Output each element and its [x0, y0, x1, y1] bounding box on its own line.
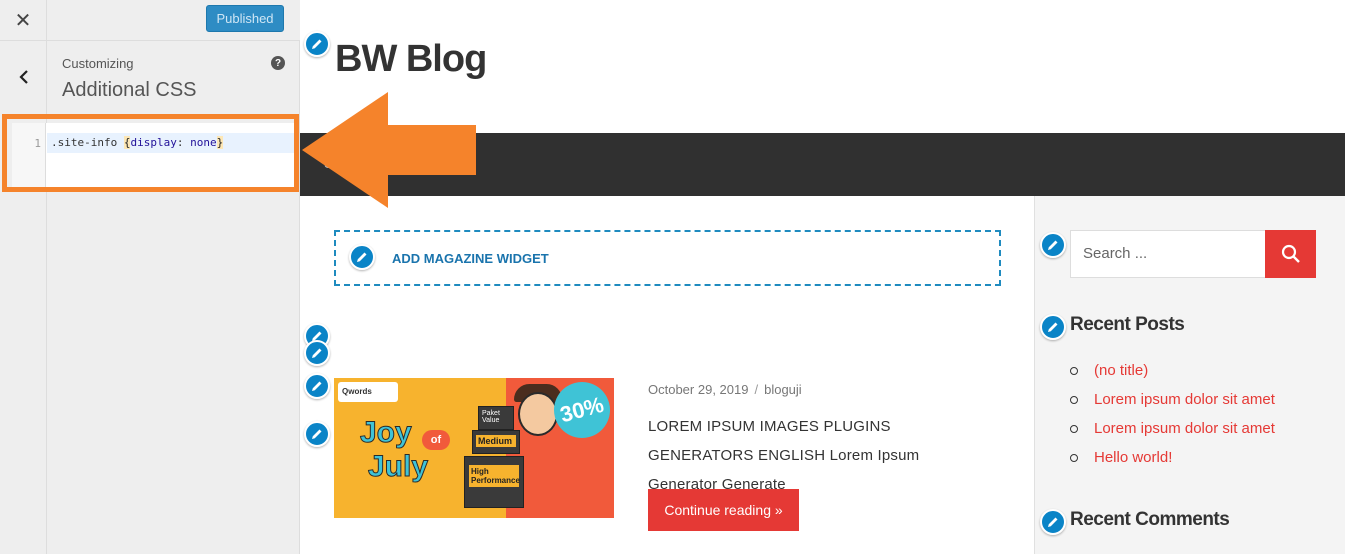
pencil-icon[interactable]: [349, 244, 375, 270]
recent-comments-title: Recent Comments: [1070, 509, 1230, 530]
thumbnail-headline-top: Joy: [360, 416, 413, 449]
section-title: Additional CSS: [62, 79, 197, 101]
thumbnail-box-medium: Medium: [472, 430, 520, 454]
recent-post-item[interactable]: Lorem ipsum dolor sit amet: [1070, 385, 1275, 414]
customizer-panel: ✕ Published Customizing Additional CSS ?…: [0, 0, 300, 554]
post-thumbnail[interactable]: Qwords Joy of July Paket Value Medium Hi…: [334, 378, 614, 518]
pencil-icon[interactable]: [304, 373, 330, 399]
pencil-icon[interactable]: [304, 421, 330, 447]
annotation-highlight-box: [2, 114, 299, 192]
recent-post-item[interactable]: Lorem ipsum dolor sit amet: [1070, 414, 1275, 443]
post-author[interactable]: bloguji: [764, 382, 802, 397]
section-header: Customizing Additional CSS ?: [47, 41, 300, 113]
customizer-header: ✕ Published: [0, 0, 300, 41]
thumbnail-headline-bottom: July: [367, 450, 429, 484]
post-date[interactable]: October 29, 2019: [648, 382, 748, 397]
site-preview: BW Blog S ADD MAGAZINE WIDGET Qwords Joy…: [300, 0, 1345, 554]
search-input[interactable]: Search ...: [1070, 230, 1266, 278]
box-label-medium: Medium: [476, 435, 516, 447]
meta-separator: /: [754, 382, 759, 397]
recent-post-item[interactable]: (no title): [1070, 356, 1275, 385]
recent-post-item[interactable]: Hello world!: [1070, 443, 1275, 472]
pencil-icon[interactable]: [304, 31, 330, 57]
pencil-icon[interactable]: [1040, 232, 1066, 258]
sidebar: Search ... Recent Posts (no title) Lorem…: [1034, 196, 1345, 554]
post-meta: October 29, 2019 / bloguji: [648, 382, 802, 397]
post-excerpt: LOREM IPSUM IMAGES PLUGINS GENERATORS EN…: [648, 418, 920, 493]
pencil-icon[interactable]: [1040, 509, 1066, 535]
close-icon: ✕: [14, 8, 32, 32]
thumbnail-box-high: High Performance: [464, 456, 524, 508]
pencil-icon[interactable]: [304, 340, 330, 366]
box-label-paket: Paket Value: [482, 410, 500, 424]
thumbnail-headline-of: of: [422, 430, 450, 450]
annotation-arrow-icon: [302, 92, 476, 208]
customizing-label: Customizing: [62, 56, 134, 71]
chevron-left-icon: [18, 70, 28, 84]
question-icon[interactable]: ?: [271, 56, 285, 70]
thumbnail-person-head: [518, 392, 558, 436]
recent-posts-list: (no title) Lorem ipsum dolor sit amet Lo…: [1070, 356, 1275, 472]
search-icon: [1281, 244, 1300, 263]
magazine-widget-label: ADD MAGAZINE WIDGET: [392, 251, 549, 266]
add-magazine-widget[interactable]: ADD MAGAZINE WIDGET: [334, 230, 1001, 286]
box-label-high: High Performance: [469, 465, 520, 487]
publish-button[interactable]: Published: [206, 5, 284, 32]
thumbnail-logo: Qwords: [338, 382, 398, 402]
site-title[interactable]: BW Blog: [335, 38, 487, 81]
search-button[interactable]: [1265, 230, 1316, 278]
thumbnail-box-paket: Paket Value: [478, 406, 514, 430]
back-button[interactable]: [0, 41, 47, 113]
continue-reading-button[interactable]: Continue reading »: [648, 489, 799, 531]
close-customizer-button[interactable]: ✕: [0, 0, 47, 40]
pencil-icon[interactable]: [1040, 314, 1066, 340]
recent-posts-title: Recent Posts: [1070, 314, 1185, 335]
